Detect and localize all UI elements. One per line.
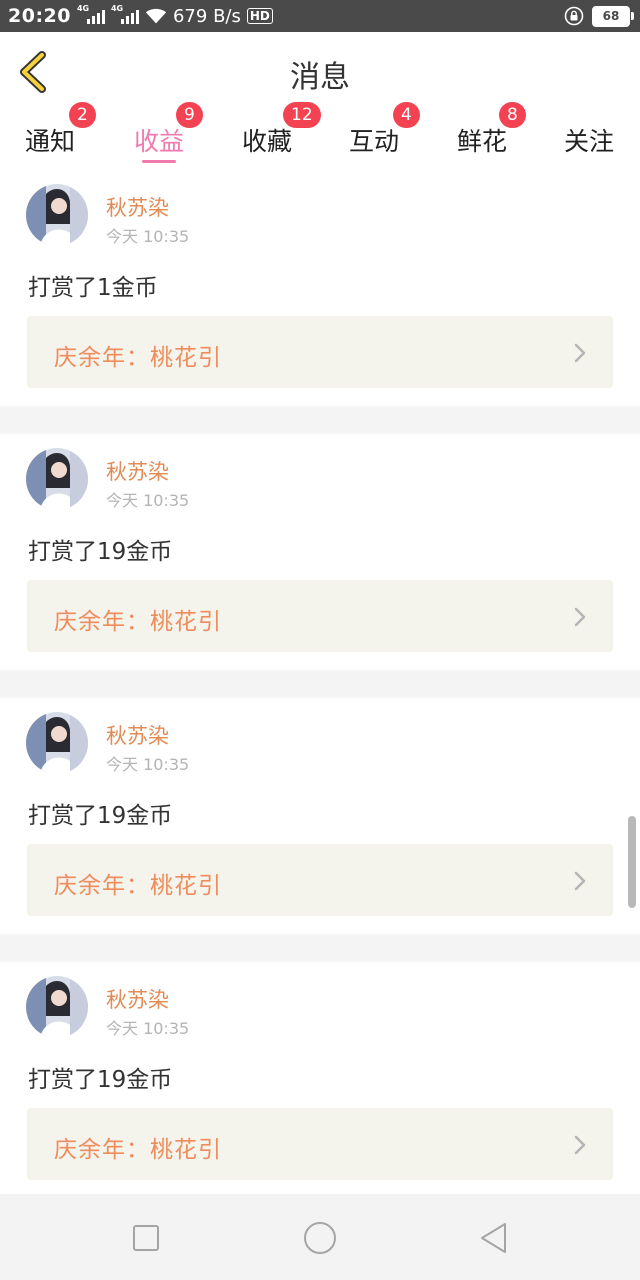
work-link[interactable]: 庆余年：桃花引 (27, 1108, 613, 1180)
tab-notifications[interactable]: 通知 2 (10, 102, 96, 170)
tab-bar: 通知 2 收益 9 收藏 12 互动 4 鲜花 8 关注 (0, 102, 640, 170)
work-title: 庆余年：桃花引 (54, 1137, 222, 1163)
avatar[interactable] (26, 448, 88, 510)
tab-badge: 8 (499, 102, 526, 128)
chevron-right-icon (574, 607, 586, 627)
battery-icon: 68 (592, 5, 634, 27)
square-icon[interactable] (126, 1218, 166, 1258)
username[interactable]: 秋苏染 (106, 720, 169, 750)
tab-badge: 4 (393, 102, 420, 128)
tab-badge: 9 (176, 102, 203, 128)
tab-label: 互动 (348, 127, 399, 156)
work-link[interactable]: 庆余年：桃花引 (27, 316, 613, 388)
scrollbar[interactable] (628, 816, 636, 908)
work-title: 庆余年：桃花引 (54, 345, 222, 371)
triangle-back-icon[interactable] (474, 1218, 514, 1258)
message-card: 秋苏染 今天 10:35 打赏了19金币 庆余年：桃花引 (0, 434, 640, 670)
message-card: 秋苏染 今天 10:35 打赏了19金币 庆余年：桃花引 (0, 698, 640, 934)
circle-icon[interactable] (300, 1218, 340, 1258)
app-root: 20:20 4G 4G 679 B/s HD 68 消息 通知 2 收益 9 收… (0, 0, 640, 1280)
work-title: 庆余年：桃花引 (54, 873, 222, 899)
avatar[interactable] (26, 712, 88, 774)
tab-label: 通知 (24, 127, 75, 156)
tab-follow[interactable]: 关注 (549, 108, 629, 170)
chevron-right-icon (574, 1135, 586, 1155)
wifi-icon (145, 8, 167, 24)
active-tab-indicator (142, 160, 176, 163)
signal-icon-2: 4G (111, 4, 139, 24)
tab-flowers[interactable]: 鲜花 8 (442, 102, 526, 170)
signal-icon: 4G (77, 4, 105, 24)
chevron-right-icon (574, 871, 586, 891)
message-text: 打赏了19金币 (28, 539, 173, 565)
username[interactable]: 秋苏染 (106, 192, 169, 222)
rotation-lock-icon (564, 6, 584, 26)
tab-favorites[interactable]: 收藏 12 (227, 102, 321, 170)
system-nav-bar (0, 1194, 640, 1280)
timestamp: 今天 10:35 (106, 1019, 190, 1038)
status-time: 20:20 (8, 5, 71, 27)
timestamp: 今天 10:35 (106, 491, 190, 510)
message-text: 打赏了1金币 (28, 275, 158, 301)
tab-label: 收藏 (241, 127, 292, 156)
tab-interactions[interactable]: 互动 4 (334, 102, 420, 170)
tab-badge: 2 (69, 102, 96, 128)
avatar[interactable] (26, 184, 88, 246)
message-text: 打赏了19金币 (28, 803, 173, 829)
tab-label: 鲜花 (456, 127, 507, 156)
tab-badge: 12 (283, 102, 321, 128)
username[interactable]: 秋苏染 (106, 984, 169, 1014)
username[interactable]: 秋苏染 (106, 456, 169, 486)
hd-voice-icon: HD (246, 8, 273, 24)
chevron-right-icon (574, 343, 586, 363)
work-title: 庆余年：桃花引 (54, 609, 222, 635)
tab-label: 关注 (563, 127, 614, 156)
page-title: 消息 (290, 60, 350, 95)
avatar[interactable] (26, 976, 88, 1038)
message-text: 打赏了19金币 (28, 1067, 173, 1093)
card-separator (0, 934, 640, 962)
network-speed: 679 B/s (172, 5, 241, 27)
message-card: 秋苏染 今天 10:35 打赏了1金币 庆余年：桃花引 (0, 170, 640, 406)
status-bar: 20:20 4G 4G 679 B/s HD 68 (0, 0, 640, 32)
work-link[interactable]: 庆余年：桃花引 (27, 580, 613, 652)
message-card: 秋苏染 今天 10:35 打赏了19金币 庆余年：桃花引 (0, 962, 640, 1198)
work-link[interactable]: 庆余年：桃花引 (27, 844, 613, 916)
card-separator (0, 406, 640, 434)
timestamp: 今天 10:35 (106, 227, 190, 246)
header: 消息 (0, 32, 640, 109)
timestamp: 今天 10:35 (106, 755, 190, 774)
card-separator (0, 670, 640, 698)
